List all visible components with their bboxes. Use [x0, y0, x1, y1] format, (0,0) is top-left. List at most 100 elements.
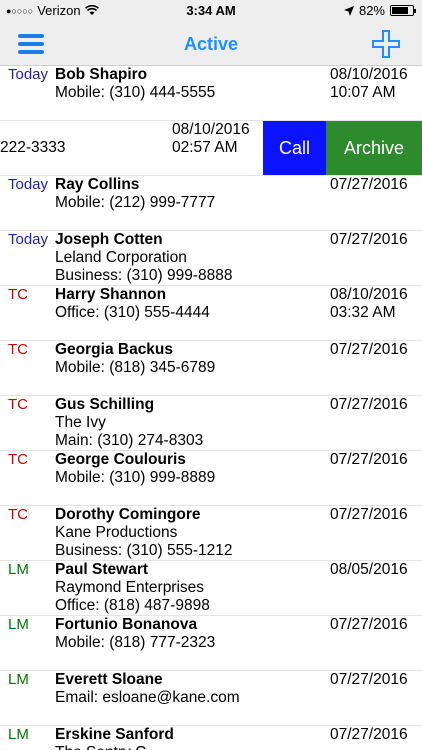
contact-info: Everett Sloane Email: esloane@kane.com — [55, 671, 240, 707]
contact-name: Dorothy Comingore — [55, 506, 201, 523]
contact-name: Erskine Sanford — [55, 726, 174, 743]
nav-bar: Active — [0, 22, 422, 66]
list-item[interactable]: LM Erskine SanfordThe Sentry C... 07/27/20… — [0, 726, 422, 750]
contact-company: The Ivy — [55, 414, 106, 431]
contact-info: Harry Shannon Office: (310) 555-4444 — [55, 286, 210, 322]
battery-fill — [392, 7, 409, 14]
date-text: 07/27/2016 — [330, 726, 408, 743]
status-tag: LM — [8, 726, 29, 743]
contact-date: 07/27/2016 — [330, 506, 412, 524]
contact-date: 07/27/2016 — [330, 616, 412, 634]
contact-date: 07/27/2016 — [330, 726, 412, 744]
status-tag: TC — [8, 506, 28, 523]
contact-date: 08/05/2016 — [330, 561, 412, 579]
time-text: 02:57 AM — [172, 139, 238, 156]
contact-info: Dorothy Comingore Kane Productions Busines… — [55, 506, 233, 560]
contact-name: Joseph Cotten — [55, 231, 163, 248]
date-text: 08/10/2016 — [330, 66, 408, 83]
contact-name: Harry Shannon — [55, 286, 167, 303]
contact-phone: Mobile: (818) 345-6789 — [55, 359, 216, 376]
status-tag: LM — [8, 561, 29, 578]
contact-name: Georgia Backus — [55, 341, 174, 358]
contact-name: Bob Shapiro — [55, 66, 148, 83]
list-item[interactable]: TC Gus Schilling The Ivy Main: (310) 274-83… — [0, 396, 422, 451]
contact-name: Gus Schilling — [55, 396, 155, 413]
page-title: Active — [183, 34, 239, 54]
battery-group: 82% — [343, 3, 416, 18]
contact-date: 07/27/2016 — [330, 671, 412, 689]
contact-name: George Coulouris — [55, 451, 186, 468]
archive-button[interactable]: Archive — [326, 121, 422, 175]
add-icon[interactable] — [372, 30, 400, 58]
contact-date: 07/27/2016 — [330, 396, 412, 414]
list-item[interactable]: TC Dorothy Comingore Kane Productions Busin… — [0, 506, 422, 561]
contact-company: Raymond Enterprises — [55, 579, 205, 596]
date-text: 07/27/2016 — [330, 396, 408, 413]
date-text: 08/10/2016 — [172, 121, 250, 138]
list-item[interactable]: LM Paul Stewart Raymond Enterprises Office:… — [0, 561, 422, 616]
contact-company: Kane Productions — [55, 524, 178, 541]
contact-date: 08/10/2016 03:32 AM — [330, 286, 412, 322]
date-text: 07/27/2016 — [330, 341, 408, 358]
status-tag: TC — [8, 396, 28, 413]
contact-phone: Main: (310) 274-8303 — [55, 432, 204, 449]
contact-phone: Business: (310) 999-8888 — [55, 267, 233, 284]
swiped-list-item[interactable]: 222-3333 08/10/2016 02:57 AM Call Archive — [0, 121, 422, 176]
list-item[interactable]: Today Bob Shapiro Mobile: (310) 444-5555 08… — [0, 66, 422, 121]
contact-info: Fortunio Bonanova Mobile: (818) 777-2323 — [55, 616, 215, 652]
list-item[interactable]: TC George Coulouris Mobile: (310) 999-8889… — [0, 451, 422, 506]
contact-phone: Mobile: (310) 444-5555 — [55, 84, 216, 101]
status-tag: TC — [8, 341, 28, 358]
battery-percent: 82% — [358, 3, 385, 18]
contact-info: Paul Stewart Raymond Enterprises Office: (… — [55, 561, 210, 615]
contact-info: Georgia Backus Mobile: (818) 345-6789 — [55, 341, 215, 377]
time-text: 10:07 AM — [330, 84, 396, 101]
contact-phone: Office: (818) 487-9898 — [55, 597, 210, 614]
contact-info: George Coulouris Mobile: (310) 999-8889 — [55, 451, 215, 487]
date-text: 07/27/2016 — [330, 451, 408, 468]
list-item[interactable]: Today Joseph Cotten Leland Corporation Busi… — [0, 231, 422, 286]
date-text: 08/05/2016 — [330, 561, 408, 578]
contact-phone: Mobile: (310) 999-8889 — [55, 469, 216, 486]
date-text: 07/27/2016 — [330, 176, 408, 193]
date-text: 07/27/2016 — [330, 671, 408, 688]
contact-phone: Office: (310) 555-4444 — [55, 304, 210, 321]
date-text: 07/27/2016 — [330, 506, 408, 523]
contact-date: 07/27/2016 — [330, 451, 412, 469]
status-tag: Today — [8, 176, 49, 193]
list-item[interactable]: Today Ray Collins Mobile: (212) 999-7777 07… — [0, 176, 422, 231]
contact-name: Paul Stewart — [55, 561, 149, 578]
date-text: 07/27/2016 — [330, 231, 408, 248]
contact-date: 07/27/2016 — [330, 231, 412, 249]
contact-date: 08/10/2016 02:57 AM — [172, 121, 250, 157]
battery-icon — [390, 5, 416, 16]
contact-phone: Mobile: (212) 999-7777 — [55, 194, 216, 211]
contact-company: Leland Corporation — [55, 249, 187, 266]
list-item[interactable]: LM Everett Sloane Email: esloane@kane.com 0… — [0, 671, 422, 726]
contact-phone: Email: esloane@kane.com — [55, 689, 240, 706]
status-tag: Today — [8, 231, 49, 248]
status-tag: LM — [8, 616, 29, 633]
list-item[interactable]: TC Harry Shannon Office: (310) 555-4444 08/… — [0, 286, 422, 341]
call-button[interactable]: Call — [263, 121, 326, 175]
status-tag: TC — [8, 286, 28, 303]
list-item[interactable]: LM Fortunio Bonanova Mobile: (818) 777-232… — [0, 616, 422, 671]
contact-name: Ray Collins — [55, 176, 140, 193]
contact-name: Everett Sloane — [55, 671, 163, 688]
contact-date: 08/10/2016 10:07 AM — [330, 66, 412, 102]
contact-info: Ray Collins Mobile: (212) 999-7777 — [55, 176, 215, 212]
contact-info: Bob Shapiro Mobile: (310) 444-5555 — [55, 66, 215, 102]
contact-phone: Mobile: (818) 777-2323 — [55, 634, 216, 651]
date-text: 08/10/2016 — [330, 286, 408, 303]
location-arrow-icon — [343, 5, 354, 16]
contact-phone: 222-3333 — [0, 139, 66, 156]
contact-info: Erskine SanfordThe Sentry C... — [55, 726, 174, 750]
contact-phone: Business: (310) 555-1212 — [55, 542, 233, 559]
time-text: 03:32 AM — [330, 304, 396, 321]
contact-date: 07/27/2016 — [330, 176, 412, 194]
status-tag: TC — [8, 451, 28, 468]
list-item[interactable]: TC Georgia Backus Mobile: (818) 345-6789 07… — [0, 341, 422, 396]
status-bar: ●○○○○ Verizon 3:34 AM 82% — [0, 0, 422, 22]
contact-date: 07/27/2016 — [330, 341, 412, 359]
contact-name: Fortunio Bonanova — [55, 616, 198, 633]
